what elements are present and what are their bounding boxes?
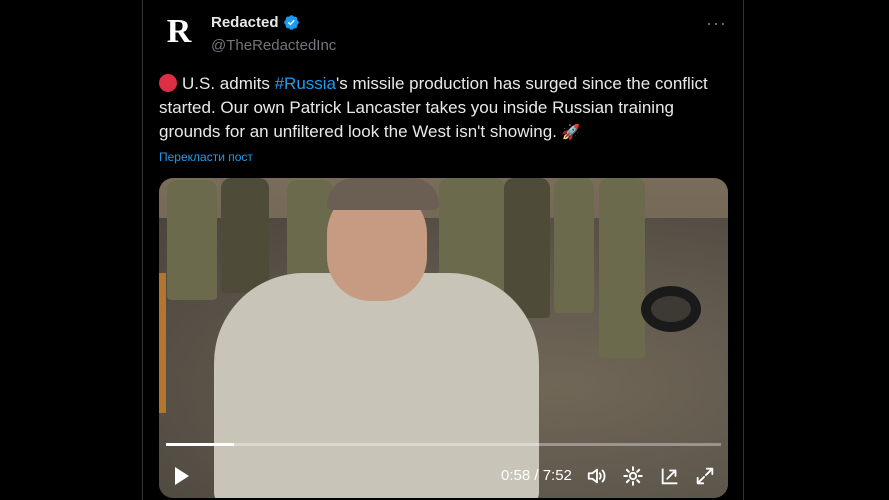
tweet-text: U.S. admits #Russia's missile production…	[159, 72, 729, 145]
video-controls: 0:58 / 7:52	[159, 454, 728, 498]
video-progress-fill	[166, 443, 235, 446]
video-figure	[287, 180, 333, 280]
display-name[interactable]: Redacted	[211, 14, 279, 31]
video-post	[159, 273, 166, 413]
right-margin	[744, 0, 889, 500]
rocket-emoji-icon: 🚀	[561, 124, 581, 141]
verified-badge-icon	[283, 15, 299, 30]
red-circle-emoji-icon	[159, 74, 177, 92]
video-progress-bar[interactable]	[166, 443, 721, 446]
translate-post-link[interactable]: Перекласти пост	[159, 150, 253, 164]
tweet-text-start: U.S. admits	[182, 74, 275, 93]
video-figure	[599, 178, 645, 358]
more-options-icon[interactable]: ···	[706, 14, 727, 32]
tweet-card[interactable]: R Redacted @TheRedactedInc ··· U.S. admi…	[142, 0, 744, 500]
author-name-row: Redacted	[211, 14, 300, 31]
video-time: 0:58 / 7:52	[501, 467, 572, 484]
video-presenter-cap	[327, 178, 439, 210]
settings-gear-icon[interactable]	[622, 465, 644, 487]
video-figure	[554, 178, 594, 313]
handle[interactable]: @TheRedactedInc	[211, 37, 336, 54]
video-figure	[167, 180, 217, 300]
picture-in-picture-icon[interactable]	[659, 465, 681, 487]
avatar-letter: R	[166, 13, 192, 50]
hashtag-link[interactable]: #Russia	[275, 74, 336, 93]
play-icon[interactable]	[173, 466, 191, 486]
fullscreen-icon[interactable]	[694, 465, 716, 487]
avatar[interactable]: R	[159, 12, 199, 52]
video-player[interactable]: 0:58 / 7:52	[159, 178, 728, 498]
video-tire	[641, 286, 701, 332]
left-margin	[0, 0, 142, 500]
video-figure	[221, 178, 269, 293]
volume-icon[interactable]	[586, 465, 608, 487]
